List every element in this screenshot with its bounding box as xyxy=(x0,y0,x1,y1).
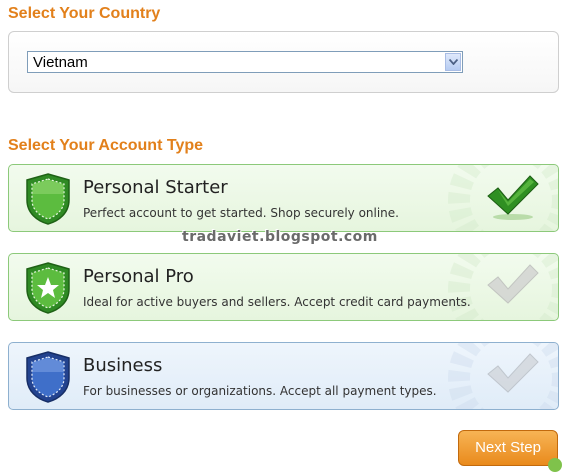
account-option-title: Personal Pro xyxy=(83,266,194,287)
country-section-title: Select Your Country xyxy=(8,5,161,22)
country-select-value: Vietnam xyxy=(33,54,88,71)
country-panel: Vietnam xyxy=(8,31,559,93)
shield-star-icon xyxy=(26,262,70,314)
account-option-title: Business xyxy=(83,355,163,376)
shield-icon xyxy=(26,173,70,225)
watermark-text: tradaviet.blogspot.com xyxy=(182,229,378,245)
corner-badge-icon xyxy=(548,458,562,472)
checkmark-icon xyxy=(487,264,539,304)
shield-blue-icon xyxy=(26,351,70,403)
chevron-down-icon[interactable] xyxy=(445,53,461,71)
account-option-business[interactable]: Business For businesses or organizations… xyxy=(8,342,559,410)
account-option-personal-starter[interactable]: Personal Starter Perfect account to get … xyxy=(8,164,559,232)
account-section-title: Select Your Account Type xyxy=(8,137,204,154)
account-option-description: Perfect account to get started. Shop sec… xyxy=(83,206,399,220)
account-option-description: Ideal for active buyers and sellers. Acc… xyxy=(83,295,471,309)
next-step-button[interactable]: Next Step xyxy=(458,430,558,466)
country-select[interactable]: Vietnam xyxy=(27,51,463,73)
checkmark-icon xyxy=(487,175,539,220)
account-option-description: For businesses or organizations. Accept … xyxy=(83,384,437,398)
account-option-personal-pro[interactable]: Personal Pro Ideal for active buyers and… xyxy=(8,253,559,321)
checkmark-icon xyxy=(487,353,539,393)
account-option-title: Personal Starter xyxy=(83,177,228,198)
